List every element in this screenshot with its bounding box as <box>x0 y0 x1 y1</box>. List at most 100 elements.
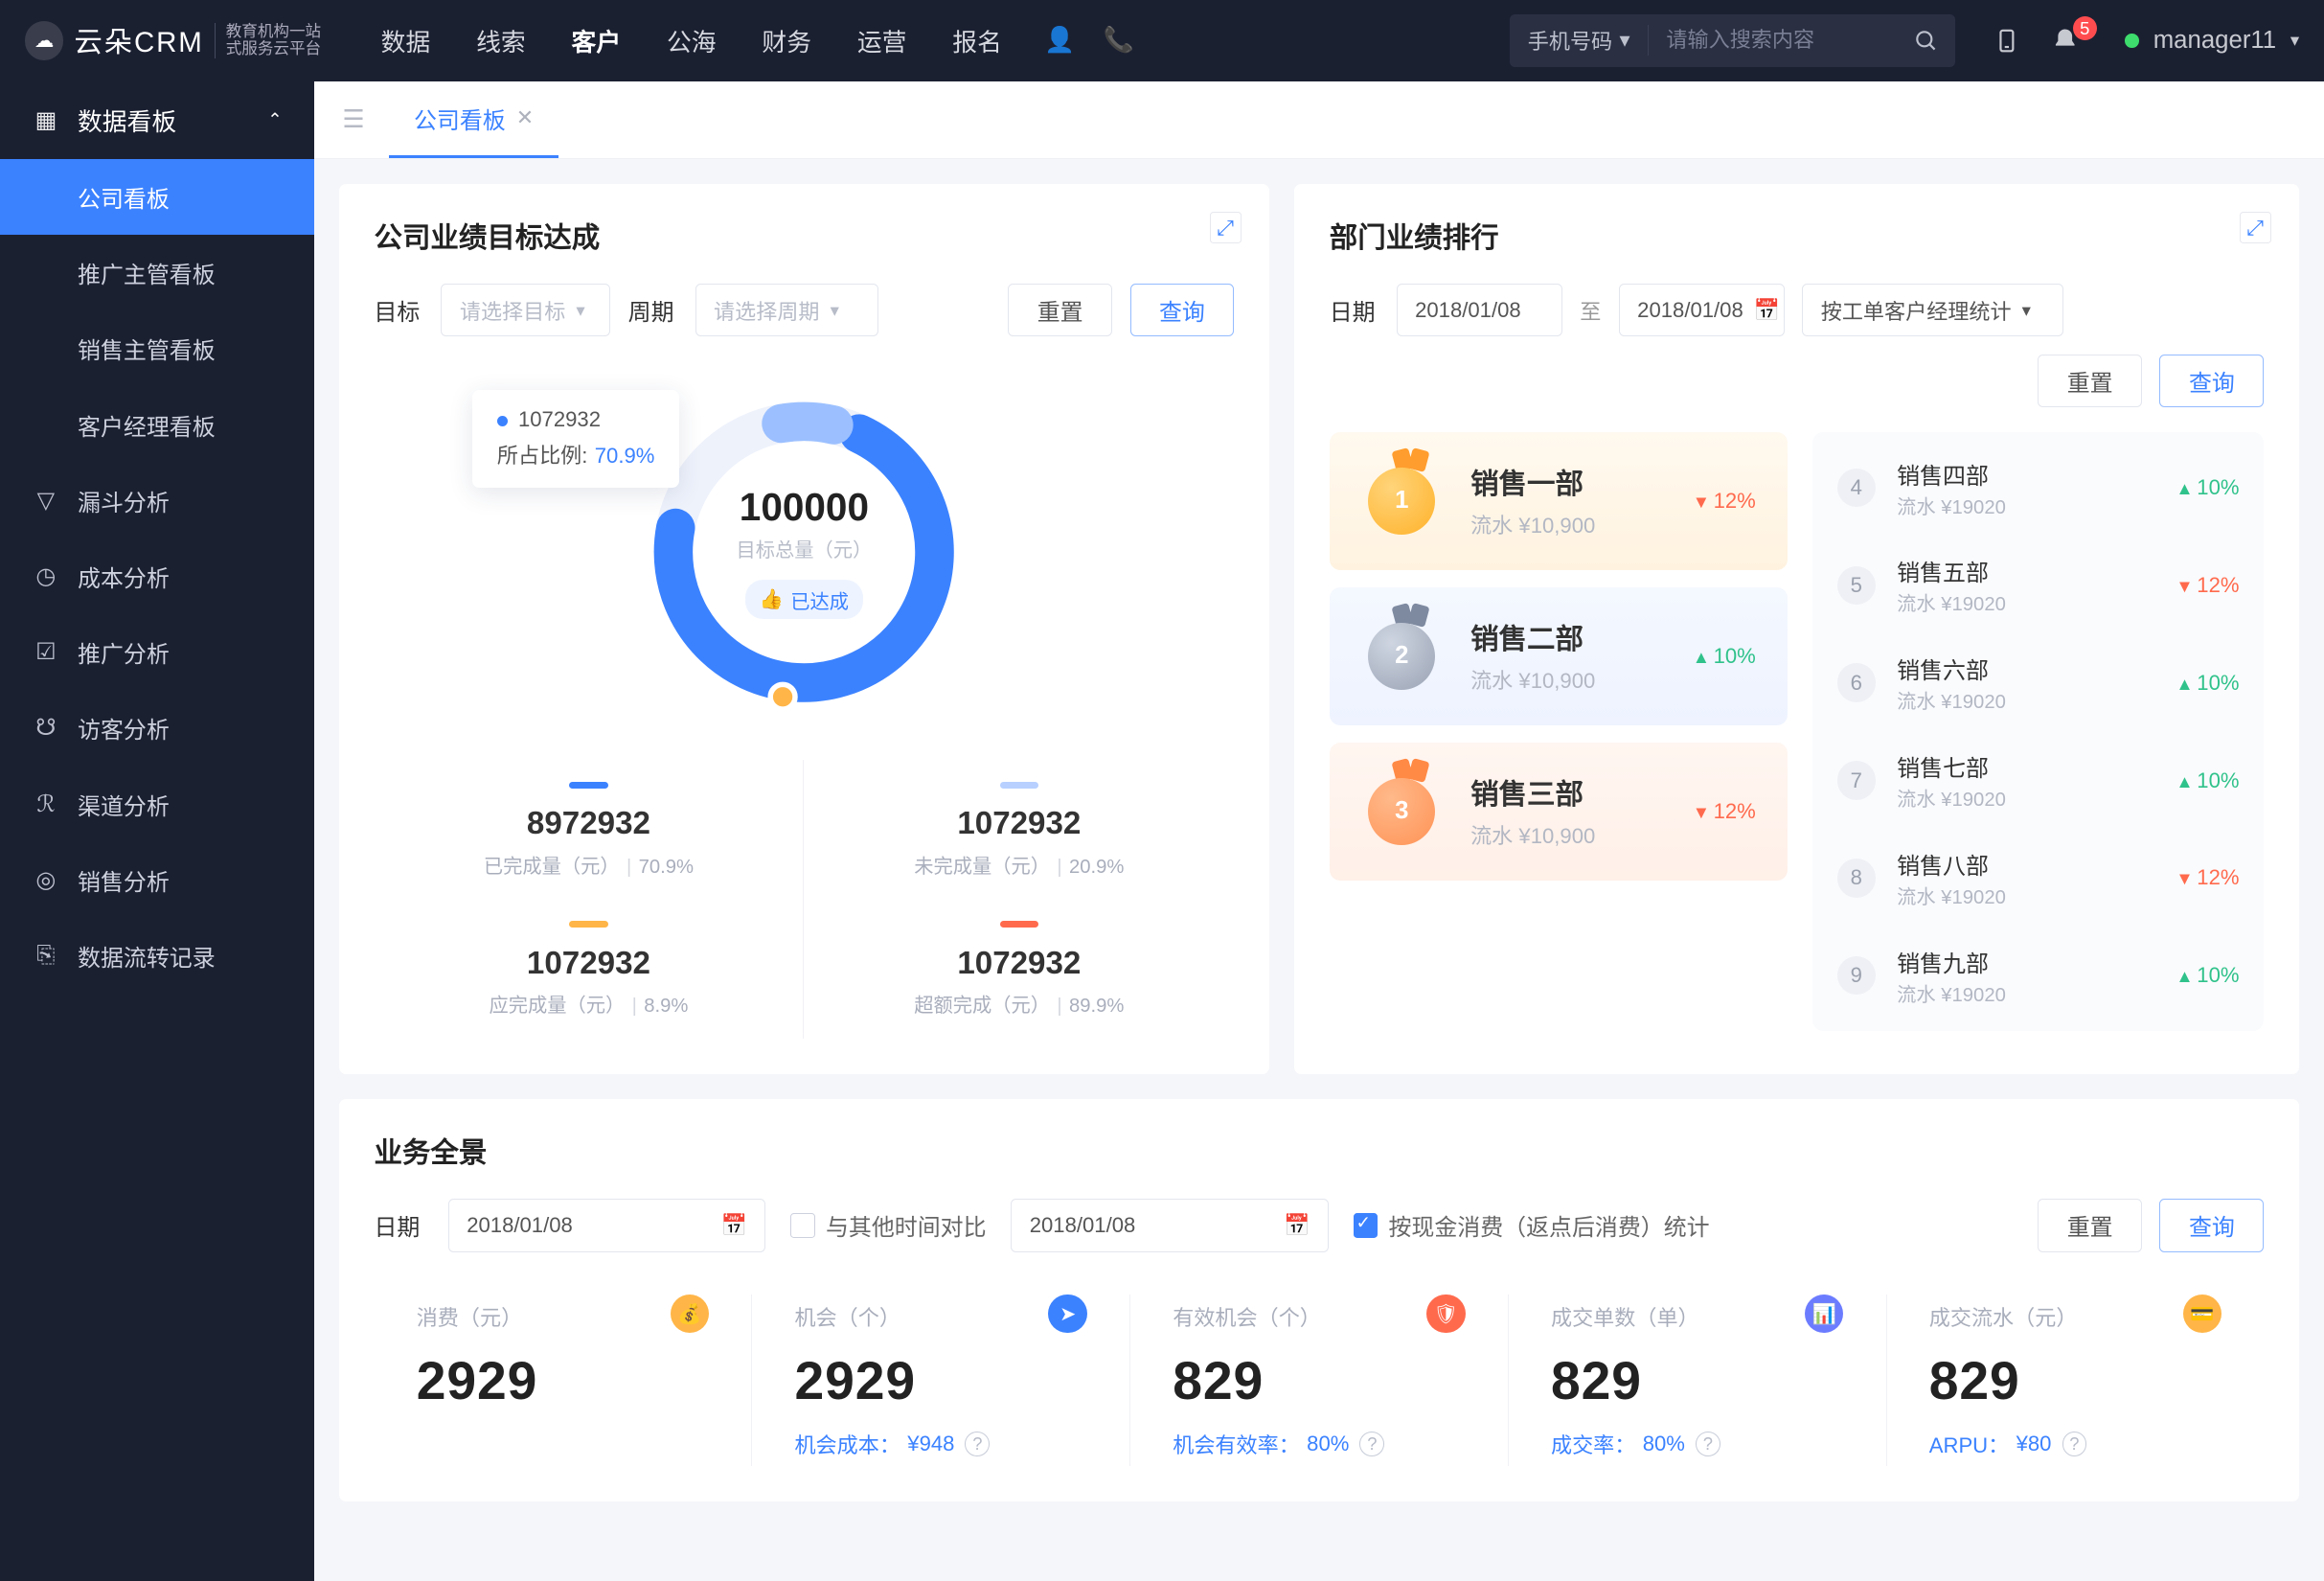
kpi-item: 💰 消费（元）2929 <box>374 1295 752 1467</box>
query-button[interactable]: 查询 <box>2159 1199 2264 1251</box>
help-icon[interactable]: ? <box>1359 1432 1384 1456</box>
reset-button[interactable]: 重置 <box>2038 355 2142 407</box>
status-dot-icon <box>2125 34 2139 48</box>
kpi-icon: 💳 <box>2183 1295 2222 1334</box>
bell-icon[interactable] <box>2051 27 2079 55</box>
arrow-up-icon: ▲ <box>2176 478 2193 498</box>
kpi-item: ➤ 机会（个）2929机会成本：¥948? <box>752 1295 1130 1467</box>
sidebar-link[interactable]: ℛ渠道分析 <box>0 766 314 841</box>
card-title: 公司业绩目标达成 <box>374 216 1234 256</box>
select-target[interactable]: 请选择目标▾ <box>441 284 610 336</box>
chevron-down-icon: ▾ <box>576 300 584 321</box>
help-icon[interactable]: ? <box>2062 1432 2087 1456</box>
reset-button[interactable]: 重置 <box>1008 284 1112 336</box>
query-button[interactable]: 查询 <box>2159 355 2264 407</box>
search-icon[interactable] <box>1896 28 1956 53</box>
select-stat-by[interactable]: 按工单客户经理统计▾ <box>1802 284 2063 336</box>
chevron-down-icon: ▾ <box>2290 30 2299 51</box>
sidebar-link[interactable]: ▽漏斗分析 <box>0 463 314 538</box>
help-icon[interactable]: ? <box>965 1432 990 1456</box>
rank-row[interactable]: 5销售五部流水 ¥19020 ▼12% <box>1812 537 2265 634</box>
sidebar-item[interactable]: 客户经理看板 <box>0 386 314 462</box>
calendar-icon: 📅 <box>1284 1213 1310 1238</box>
card-title: 部门业绩排行 <box>1330 216 2265 256</box>
checkbox-cash[interactable]: 按现金消费（返点后消费）统计 <box>1354 1208 1710 1242</box>
device-icon[interactable] <box>1994 25 2019 57</box>
search-input[interactable] <box>1649 28 1896 53</box>
label-period: 周期 <box>628 293 674 327</box>
topbar-actions: manager11 ▾ <box>1994 25 2299 57</box>
status-badge: 👍 已达成 <box>745 580 863 619</box>
sidebar-item[interactable]: 公司看板 <box>0 159 314 235</box>
arrow-up-icon: ▲ <box>2176 966 2193 986</box>
date-input-1[interactable]: 2018/01/08 📅 <box>448 1199 766 1251</box>
calendar-icon: 📅 <box>1754 298 1781 323</box>
rank-row[interactable]: 7销售七部流水 ¥19020 ▲10% <box>1812 732 2265 830</box>
arrow-up-icon: ▲ <box>2176 674 2193 694</box>
sidebar-link[interactable]: ☑推广分析 <box>0 614 314 690</box>
rank-row[interactable]: 9销售九部流水 ¥19020 ▲10% <box>1812 927 2265 1024</box>
arrow-up-icon: ▲ <box>2176 771 2193 791</box>
chevron-down-icon: ▾ <box>2022 300 2031 321</box>
calendar-icon: 📅 <box>720 1213 747 1238</box>
nav-item[interactable]: 客户 <box>572 19 622 61</box>
label-target: 目标 <box>374 293 420 327</box>
user-icon[interactable]: 👤 <box>1044 26 1075 55</box>
rank-list: 4销售四部流水 ¥19020 ▲10%5销售五部流水 ¥19020 ▼12%6销… <box>1812 432 2265 1032</box>
channel-icon: ℛ <box>32 790 59 818</box>
sidebar-item[interactable]: 销售主管看板 <box>0 310 314 386</box>
sidebar-link[interactable]: ⎘数据流转记录 <box>0 918 314 994</box>
close-icon[interactable]: ✕ <box>516 105 535 130</box>
search-type-select[interactable]: 手机号码 ▾ <box>1510 25 1649 56</box>
nav-item[interactable]: 运营 <box>857 19 907 61</box>
thumbs-up-icon: 👍 <box>760 587 784 611</box>
card-dept-ranking: ⤢ 部门业绩排行 日期 2018/01/08 至 2018/01/08 📅 按工… <box>1294 184 2299 1074</box>
nav-item[interactable]: 线索 <box>476 19 526 61</box>
rank-top-item[interactable]: 2 销售二部流水 ¥10,900 ▲10% <box>1330 587 1788 725</box>
rank-top-item[interactable]: 1 销售一部流水 ¥10,900 ▼12% <box>1330 432 1788 570</box>
phone-icon[interactable]: 📞 <box>1104 26 1134 55</box>
nav-item[interactable]: 数据 <box>381 19 431 61</box>
nav-item[interactable]: 财务 <box>762 19 811 61</box>
sidebar: ▦数据看板 ⌃ 公司看板推广主管看板销售主管看板客户经理看板 ▽漏斗分析◷成本分… <box>0 81 314 1581</box>
user-menu[interactable]: manager11 ▾ <box>2125 27 2299 55</box>
clock-icon: ◷ <box>32 562 59 590</box>
date-to[interactable]: 2018/01/08 📅 <box>1619 284 1785 336</box>
expand-icon[interactable]: ⤢ <box>1210 212 1242 243</box>
card-title: 业务全景 <box>374 1131 2264 1171</box>
help-icon[interactable]: ? <box>1696 1432 1720 1456</box>
query-button[interactable]: 查询 <box>1130 284 1235 336</box>
nav-item[interactable]: 公海 <box>667 19 717 61</box>
chevron-down-icon: ▾ <box>831 300 839 321</box>
rank-row[interactable]: 8销售八部流水 ¥19020 ▼12% <box>1812 829 2265 927</box>
top-nav: 数据 线索 客户 公海 财务 运营 报名 <box>381 19 1002 61</box>
metric-item: 1072932应完成量（元）|8.9% <box>374 900 804 1039</box>
rank-row[interactable]: 4销售四部流水 ¥19020 ▲10% <box>1812 439 2265 537</box>
nav-item[interactable]: 报名 <box>952 19 1002 61</box>
expand-icon[interactable]: ⤢ <box>2240 212 2271 243</box>
checkbox-compare[interactable]: 与其他时间对比 <box>790 1208 986 1242</box>
sidebar-link[interactable]: ☋访客分析 <box>0 690 314 766</box>
sidebar-link[interactable]: ◷成本分析 <box>0 538 314 614</box>
menu-icon[interactable]: ☰ <box>331 105 375 134</box>
flow-icon: ⎘ <box>32 942 59 969</box>
arrow-up-icon: ▲ <box>1693 647 1710 667</box>
sidebar-link[interactable]: ◎销售分析 <box>0 842 314 918</box>
select-period[interactable]: 请选择周期▾ <box>695 284 879 336</box>
rank-row[interactable]: 6销售六部流水 ¥19020 ▲10% <box>1812 634 2265 732</box>
metric-item: 1072932未完成量（元）|20.9% <box>804 760 1234 899</box>
chart-center: 100000 目标总量（元） 👍 已达成 <box>610 485 998 619</box>
rank-top-item[interactable]: 3 销售三部流水 ¥10,900 ▼12% <box>1330 743 1788 881</box>
logo: ☁ 云朵CRM 教育机构一站 式服务云平台 <box>25 20 321 60</box>
sales-icon: ◎ <box>32 866 59 894</box>
main-area: ☰ 公司看板 ✕ ⤢ 公司业绩目标达成 目标 请选择目标▾ 周期 <box>314 81 2324 1581</box>
logo-sub: 教育机构一站 式服务云平台 <box>215 23 321 57</box>
tab-company-board[interactable]: 公司看板 ✕ <box>389 81 558 159</box>
date-input-2[interactable]: 2018/01/08 📅 <box>1011 1199 1329 1251</box>
visitor-icon: ☋ <box>32 714 59 742</box>
chart-tooltip: 1072932 所占比例:70.9% <box>472 390 679 488</box>
reset-button[interactable]: 重置 <box>2038 1199 2142 1251</box>
sidebar-group-dashboard[interactable]: ▦数据看板 ⌃ <box>0 81 314 159</box>
date-from[interactable]: 2018/01/08 <box>1397 284 1562 336</box>
sidebar-item[interactable]: 推广主管看板 <box>0 235 314 310</box>
